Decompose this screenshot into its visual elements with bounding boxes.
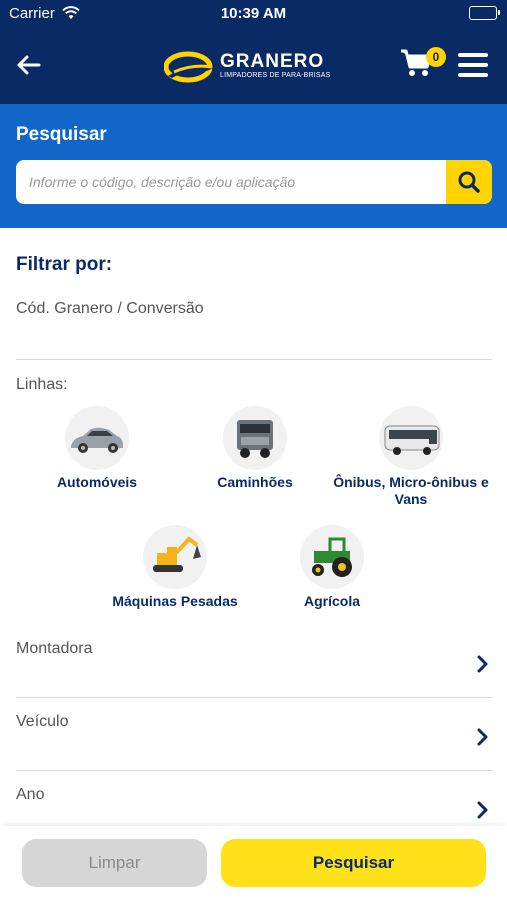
category-label: Caminhões xyxy=(217,474,293,490)
status-bar: Carrier 10:39 AM xyxy=(0,0,507,28)
chevron-right-icon xyxy=(477,801,488,819)
clock: 10:39 AM xyxy=(220,5,287,22)
clear-button[interactable]: Limpar xyxy=(22,839,207,887)
tractor-icon xyxy=(300,525,364,589)
back-arrow-icon[interactable] xyxy=(14,50,46,80)
code-field[interactable]: Cód. Granero / Conversão xyxy=(16,300,492,360)
select-label: Montadora xyxy=(16,640,93,657)
category-label: Ônibus, Micro-ônibus e Vans xyxy=(333,474,489,507)
excavator-icon xyxy=(143,525,207,589)
category-label: Agrícola xyxy=(303,593,360,609)
select-montadora[interactable]: Montadora xyxy=(16,624,492,698)
chevron-right-icon xyxy=(477,655,488,673)
granero-logo: GRANERO LIMPADORES DE PARA-BRISAS xyxy=(164,50,344,86)
car-icon xyxy=(65,406,129,470)
footer-actions: Limpar Pesquisar xyxy=(0,826,507,900)
code-field-placeholder: Cód. Granero / Conversão xyxy=(16,300,204,317)
category-agricola[interactable]: Agrícola xyxy=(247,525,417,610)
search-button[interactable] xyxy=(446,160,492,204)
select-label: Veículo xyxy=(16,713,69,730)
category-label: Automóveis xyxy=(56,474,138,490)
category-automoveis[interactable]: Automóveis xyxy=(12,406,182,491)
select-veiculo[interactable]: Veículo xyxy=(16,697,492,771)
search-box xyxy=(16,160,492,204)
category-maquinas-pesadas[interactable]: Máquinas Pesadas xyxy=(90,525,260,610)
cart-count-badge: 0 xyxy=(426,47,446,67)
search-title: Pesquisar xyxy=(16,124,107,145)
brand-name: GRANERO xyxy=(220,51,325,72)
menu-icon[interactable] xyxy=(458,53,488,77)
bus-icon xyxy=(379,406,443,470)
search-input[interactable] xyxy=(16,160,446,204)
chevron-right-icon xyxy=(477,728,488,746)
search-icon xyxy=(458,171,480,193)
linhas-label: Linhas: xyxy=(16,376,68,393)
submit-search-button[interactable]: Pesquisar xyxy=(221,839,486,887)
nav-bar: GRANERO LIMPADORES DE PARA-BRISAS 0 xyxy=(0,28,507,104)
search-section: Pesquisar xyxy=(0,104,507,228)
filter-title: Filtrar por: xyxy=(16,254,113,275)
category-label: Máquinas Pesadas xyxy=(112,593,238,609)
brand-tagline: LIMPADORES DE PARA-BRISAS xyxy=(220,72,331,79)
category-onibus[interactable]: Ônibus, Micro-ônibus e Vans xyxy=(326,406,496,508)
battery-icon xyxy=(469,6,500,20)
category-caminhoes[interactable]: Caminhões xyxy=(170,406,340,491)
select-label: Ano xyxy=(16,786,45,803)
truck-icon xyxy=(223,406,287,470)
